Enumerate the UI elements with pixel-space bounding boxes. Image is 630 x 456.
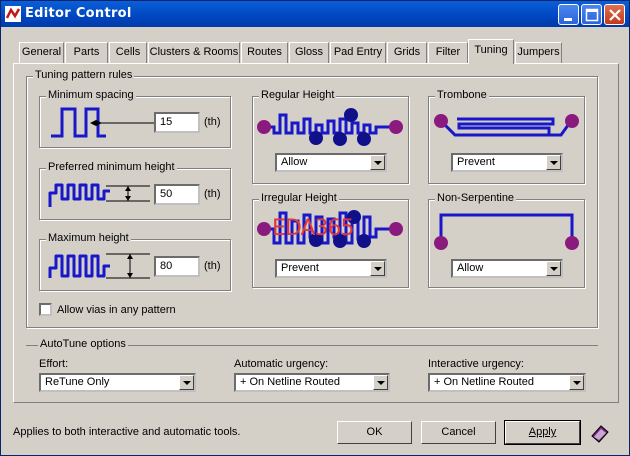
trombone-diagram xyxy=(434,114,579,137)
close-button[interactable] xyxy=(604,4,625,25)
interactive-urgency-select[interactable]: + On Netline Routed xyxy=(428,373,586,392)
minimum-spacing-diagram xyxy=(51,107,154,138)
chevron-down-icon xyxy=(374,267,382,271)
non-serpentine-dropdown-arrow[interactable] xyxy=(546,261,561,276)
automatic-urgency-value: + On Netline Routed xyxy=(240,376,340,388)
maximize-button[interactable] xyxy=(581,4,602,25)
trombone-dropdown-arrow[interactable] xyxy=(546,155,561,170)
automatic-urgency-label: Automatic urgency: xyxy=(234,358,329,370)
editor-control-window: Editor Control General Parts Cells Clust… xyxy=(0,0,630,456)
effort-dropdown-arrow[interactable] xyxy=(179,375,194,390)
tab-general[interactable]: General xyxy=(19,42,64,63)
chevron-down-icon xyxy=(374,161,382,165)
preferred-min-height-unit: (th) xyxy=(204,188,221,200)
tab-tuning[interactable]: Tuning xyxy=(468,39,514,64)
irregular-height-label: Irregular Height xyxy=(259,192,339,204)
effort-label: Effort: xyxy=(39,358,69,370)
autotune-label: AutoTune options xyxy=(38,338,128,350)
maximum-height-input[interactable]: 80 xyxy=(154,256,200,277)
preferred-min-height-label: Preferred minimum height xyxy=(46,161,177,173)
watermark: EDA365 xyxy=(272,216,354,241)
help-book-icon[interactable] xyxy=(589,422,611,444)
preferred-min-height-input[interactable]: 50 xyxy=(154,184,200,205)
automatic-urgency-dropdown-arrow[interactable] xyxy=(373,375,388,390)
tab-gloss[interactable]: Gloss xyxy=(289,42,329,63)
tab-clusters-rooms[interactable]: Clusters & Rooms xyxy=(148,42,240,63)
maximum-height-unit: (th) xyxy=(204,260,221,272)
chevron-down-icon xyxy=(573,381,581,385)
tab-cells[interactable]: Cells xyxy=(109,42,147,63)
chevron-down-icon xyxy=(183,381,191,385)
apply-button-label: Apply xyxy=(528,426,557,438)
tab-routes[interactable]: Routes xyxy=(241,42,288,63)
non-serpentine-label: Non-Serpentine xyxy=(435,192,517,204)
automatic-urgency-select[interactable]: + On Netline Routed xyxy=(234,373,390,392)
interactive-urgency-label: Interactive urgency: xyxy=(428,358,524,370)
minimum-spacing-label: Minimum spacing xyxy=(46,89,136,101)
chevron-down-icon xyxy=(377,381,385,385)
maximize-icon xyxy=(585,8,599,22)
tab-filter[interactable]: Filter xyxy=(428,42,468,63)
effort-select[interactable]: ReTune Only xyxy=(39,373,196,392)
maximum-height-diagram xyxy=(48,253,150,279)
allow-vias-checkbox[interactable] xyxy=(39,303,52,316)
tab-pad-entry[interactable]: Pad Entry xyxy=(330,42,386,63)
regular-height-value: Allow xyxy=(281,156,308,168)
interactive-urgency-value: + On Netline Routed xyxy=(434,376,534,388)
chevron-down-icon xyxy=(550,161,558,165)
minimize-icon xyxy=(564,18,572,21)
maximum-height-label: Maximum height xyxy=(46,232,131,244)
trombone-value: Prevent xyxy=(457,156,495,168)
regular-height-label: Regular Height xyxy=(259,89,337,101)
trombone-select[interactable]: Prevent xyxy=(451,153,563,172)
close-icon xyxy=(609,9,621,21)
regular-height-dropdown-arrow[interactable] xyxy=(370,155,385,170)
minimize-button[interactable] xyxy=(558,4,579,25)
tab-jumpers[interactable]: Jumpers xyxy=(515,42,562,63)
regular-height-diagram xyxy=(257,108,403,146)
app-icon xyxy=(5,6,21,22)
title-bar: Editor Control xyxy=(1,1,629,27)
non-serpentine-select[interactable]: Allow xyxy=(451,259,563,278)
irregular-height-select[interactable]: Prevent xyxy=(275,259,387,278)
ok-button[interactable]: OK xyxy=(337,421,412,444)
non-serpentine-value: Allow xyxy=(457,262,484,274)
non-serpentine-diagram xyxy=(434,213,579,250)
tuning-rules-label: Tuning pattern rules xyxy=(33,69,135,81)
cancel-button[interactable]: Cancel xyxy=(421,421,496,444)
window-title: Editor Control xyxy=(25,6,132,21)
interactive-urgency-dropdown-arrow[interactable] xyxy=(569,375,584,390)
minimum-spacing-unit: (th) xyxy=(204,116,221,128)
irregular-height-dropdown-arrow[interactable] xyxy=(370,261,385,276)
minimum-spacing-input[interactable]: 15 xyxy=(154,112,200,133)
irregular-height-value: Prevent xyxy=(281,262,319,274)
tab-parts[interactable]: Parts xyxy=(65,42,108,63)
regular-height-select[interactable]: Allow xyxy=(275,153,387,172)
effort-value: ReTune Only xyxy=(45,376,110,388)
chevron-down-icon xyxy=(550,267,558,271)
apply-button[interactable]: Apply xyxy=(504,420,581,445)
status-text: Applies to both interactive and automati… xyxy=(13,426,241,438)
preferred-height-diagram xyxy=(48,183,150,207)
tab-grids[interactable]: Grids xyxy=(387,42,427,63)
trombone-label: Trombone xyxy=(435,89,489,101)
allow-vias-label: Allow vias in any pattern xyxy=(57,304,176,316)
